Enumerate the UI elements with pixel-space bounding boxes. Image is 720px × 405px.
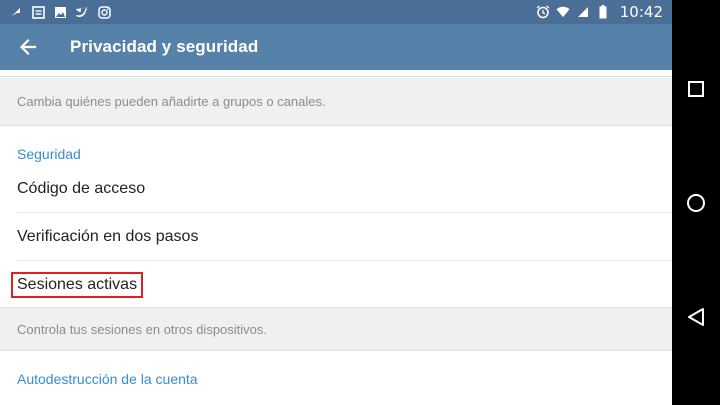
phone-screen: 10:42 Privacidad y seguridad Cambia quié…: [0, 0, 672, 405]
clipboard-icon: [31, 5, 45, 19]
page-title: Privacidad y seguridad: [70, 37, 259, 56]
passcode-label: Código de acceso: [17, 180, 146, 197]
recents-icon: [688, 81, 704, 97]
signal-icon: [576, 5, 590, 19]
back-icon: [688, 308, 704, 326]
section-header-self-destruct[interactable]: Autodestrucción de la cuenta: [17, 371, 198, 387]
image-icon: [53, 5, 67, 19]
groups-hint: Cambia quiénes pueden añadirte a grupos …: [0, 78, 672, 126]
pin-icon: [9, 5, 23, 19]
two-step-verification-label: Verificación en dos pasos: [17, 228, 199, 245]
home-button[interactable]: [672, 179, 720, 227]
status-bar: 10:42: [0, 0, 672, 24]
passcode-row[interactable]: Código de acceso: [0, 165, 672, 213]
twitter-icon: [75, 5, 89, 19]
app-bar: Privacidad y seguridad: [0, 24, 672, 70]
recents-button[interactable]: [672, 65, 720, 113]
arrow-left-icon: [19, 38, 37, 56]
back-nav-button[interactable]: [672, 293, 720, 341]
back-button[interactable]: [0, 24, 56, 70]
home-icon: [687, 194, 705, 212]
sessions-hint: Controla tus sesiones en otros dispositi…: [0, 307, 672, 351]
two-step-verification-row[interactable]: Verificación en dos pasos: [0, 213, 672, 261]
alarm-icon: [536, 5, 550, 19]
active-sessions-row[interactable]: Sesiones activas: [0, 261, 672, 309]
previous-row-edge: [0, 70, 672, 77]
active-sessions-label: Sesiones activas: [11, 272, 144, 298]
navigation-bar: [672, 0, 720, 405]
instagram-icon: [97, 5, 111, 19]
wifi-icon: [556, 5, 570, 19]
section-header-security: Seguridad: [17, 146, 81, 162]
status-time: 10:42: [619, 3, 663, 21]
battery-icon: [596, 5, 610, 19]
